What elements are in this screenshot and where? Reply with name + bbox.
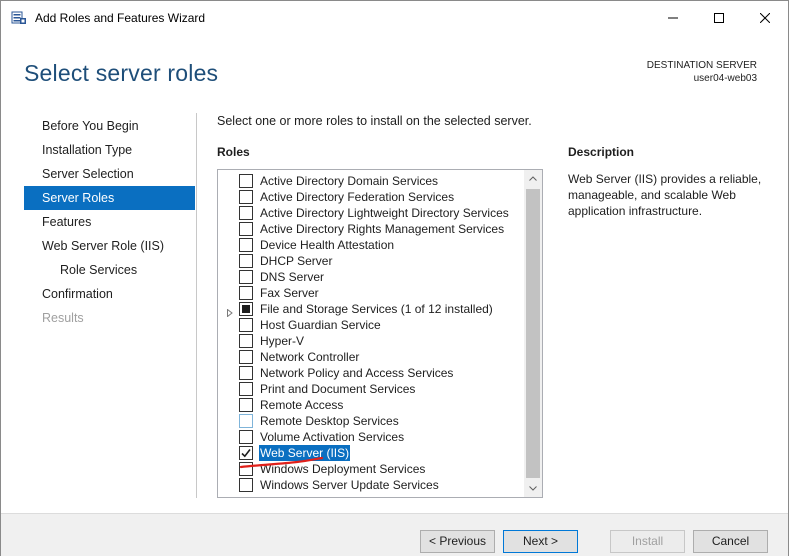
close-icon bbox=[760, 13, 770, 23]
role-checkbox[interactable] bbox=[239, 318, 253, 332]
role-label[interactable]: Active Directory Domain Services bbox=[260, 173, 438, 189]
role-row[interactable]: Windows Server Update Services bbox=[218, 477, 524, 493]
minimize-icon bbox=[668, 17, 678, 19]
role-checkbox[interactable] bbox=[239, 270, 253, 284]
role-row[interactable]: Print and Document Services bbox=[218, 381, 524, 397]
page-title: Select server roles bbox=[24, 60, 219, 86]
role-checkbox[interactable] bbox=[239, 206, 253, 220]
description-text: Web Server (IIS) provides a reliable, ma… bbox=[568, 172, 762, 218]
role-row[interactable]: Remote Access bbox=[218, 397, 524, 413]
maximize-button[interactable] bbox=[696, 1, 742, 35]
role-checkbox[interactable] bbox=[239, 398, 253, 412]
role-label[interactable]: Windows Server Update Services bbox=[260, 477, 439, 493]
role-checkbox[interactable] bbox=[239, 190, 253, 204]
role-label[interactable]: File and Storage Services (1 of 12 insta… bbox=[260, 301, 493, 317]
role-checkbox[interactable] bbox=[239, 254, 253, 268]
role-row[interactable]: Volume Activation Services bbox=[218, 429, 524, 445]
roles-list: Active Directory Domain Services Active D… bbox=[218, 173, 524, 493]
nav-item-results: Results bbox=[42, 311, 84, 325]
role-label[interactable]: Network Controller bbox=[260, 349, 359, 365]
role-row[interactable]: DNS Server bbox=[218, 269, 524, 285]
role-row[interactable]: Remote Desktop Services bbox=[218, 413, 524, 429]
role-row[interactable]: Device Health Attestation bbox=[218, 237, 524, 253]
nav-item-role-services[interactable]: Role Services bbox=[24, 258, 195, 282]
description-heading: Description bbox=[568, 145, 635, 159]
role-label[interactable]: DNS Server bbox=[260, 269, 324, 285]
minimize-button[interactable] bbox=[650, 1, 696, 35]
role-label[interactable]: Host Guardian Service bbox=[260, 317, 381, 333]
role-row[interactable]: File and Storage Services (1 of 12 insta… bbox=[218, 301, 524, 318]
title-bar[interactable]: Add Roles and Features Wizard bbox=[1, 1, 788, 35]
role-checkbox[interactable] bbox=[239, 350, 253, 364]
destination-server-name: user04-web03 bbox=[693, 73, 757, 84]
role-row[interactable]: Fax Server bbox=[218, 285, 524, 301]
role-checkbox[interactable] bbox=[239, 222, 253, 236]
close-button[interactable] bbox=[742, 1, 788, 35]
roles-list-box[interactable]: Active Directory Domain Services Active D… bbox=[217, 169, 543, 498]
role-checkbox[interactable] bbox=[239, 334, 253, 348]
nav-item-server-roles[interactable]: Server Roles bbox=[24, 186, 195, 210]
roles-scrollbar[interactable] bbox=[524, 170, 542, 497]
scroll-down-button[interactable] bbox=[524, 480, 542, 497]
scroll-thumb[interactable] bbox=[526, 189, 540, 478]
wizard-window: Add Roles and Features Wizard Select ser… bbox=[0, 0, 789, 556]
next-button[interactable]: Next > bbox=[503, 530, 578, 553]
role-checkbox[interactable] bbox=[239, 430, 253, 444]
chevron-down-icon bbox=[529, 486, 537, 491]
role-row[interactable]: DHCP Server bbox=[218, 253, 524, 269]
role-label[interactable]: Fax Server bbox=[260, 285, 319, 301]
nav-item-web-server-role-iis[interactable]: Web Server Role (IIS) bbox=[24, 234, 195, 258]
role-row[interactable]: Active Directory Federation Services bbox=[218, 189, 524, 205]
role-label[interactable]: Network Policy and Access Services bbox=[260, 365, 453, 381]
previous-button[interactable]: < Previous bbox=[420, 530, 495, 553]
role-checkbox[interactable] bbox=[239, 414, 253, 428]
nav-item-installation-type[interactable]: Installation Type bbox=[24, 138, 195, 162]
role-checkbox[interactable] bbox=[239, 174, 253, 188]
role-row[interactable]: Active Directory Domain Services bbox=[218, 173, 524, 189]
role-label[interactable]: Device Health Attestation bbox=[260, 237, 394, 253]
role-checkbox[interactable] bbox=[239, 478, 253, 492]
nav-divider bbox=[196, 113, 197, 498]
instruction-text: Select one or more roles to install on t… bbox=[217, 114, 532, 128]
role-checkbox[interactable] bbox=[239, 366, 253, 380]
nav-item-features[interactable]: Features bbox=[24, 210, 195, 234]
role-label[interactable]: Active Directory Rights Management Servi… bbox=[260, 221, 504, 237]
role-label[interactable]: Hyper-V bbox=[260, 333, 304, 349]
scroll-up-button[interactable] bbox=[524, 170, 542, 187]
role-label[interactable]: DHCP Server bbox=[260, 253, 332, 269]
install-button[interactable]: Install bbox=[610, 530, 685, 553]
role-label[interactable]: Remote Access bbox=[260, 397, 343, 413]
role-label[interactable]: Active Directory Federation Services bbox=[260, 189, 454, 205]
role-row[interactable]: Host Guardian Service bbox=[218, 317, 524, 333]
role-label[interactable]: Print and Document Services bbox=[260, 381, 415, 397]
expand-arrow-icon[interactable] bbox=[226, 305, 234, 318]
role-checkbox[interactable] bbox=[239, 382, 253, 396]
role-label[interactable]: Active Directory Lightweight Directory S… bbox=[260, 205, 509, 221]
role-row[interactable]: Hyper-V bbox=[218, 333, 524, 349]
role-row[interactable]: Network Policy and Access Services bbox=[218, 365, 524, 381]
window-title: Add Roles and Features Wizard bbox=[35, 11, 206, 25]
wizard-navigation: Before You Begin Installation Type Server … bbox=[24, 114, 195, 330]
nav-item-server-selection[interactable]: Server Selection bbox=[24, 162, 195, 186]
role-checkbox[interactable] bbox=[239, 238, 253, 252]
maximize-icon bbox=[714, 13, 724, 23]
role-row[interactable]: Active Directory Rights Management Servi… bbox=[218, 221, 524, 237]
roles-heading: Roles bbox=[217, 145, 250, 159]
nav-item-before-you-begin[interactable]: Before You Begin bbox=[24, 114, 195, 138]
role-checkbox[interactable] bbox=[239, 302, 253, 316]
cancel-button[interactable]: Cancel bbox=[693, 530, 768, 553]
role-checkbox[interactable] bbox=[239, 286, 253, 300]
wizard-footer: < Previous Next > Install Cancel bbox=[1, 514, 788, 556]
destination-server-label: DESTINATION SERVER bbox=[646, 60, 757, 71]
server-manager-icon bbox=[11, 10, 27, 26]
role-label[interactable]: Remote Desktop Services bbox=[260, 413, 399, 429]
role-label[interactable]: Volume Activation Services bbox=[260, 429, 404, 445]
red-underline-annotation bbox=[239, 456, 324, 469]
chevron-up-icon bbox=[529, 176, 537, 181]
role-row[interactable]: Network Controller bbox=[218, 349, 524, 365]
nav-item-confirmation[interactable]: Confirmation bbox=[24, 282, 195, 306]
role-row[interactable]: Active Directory Lightweight Directory S… bbox=[218, 205, 524, 221]
